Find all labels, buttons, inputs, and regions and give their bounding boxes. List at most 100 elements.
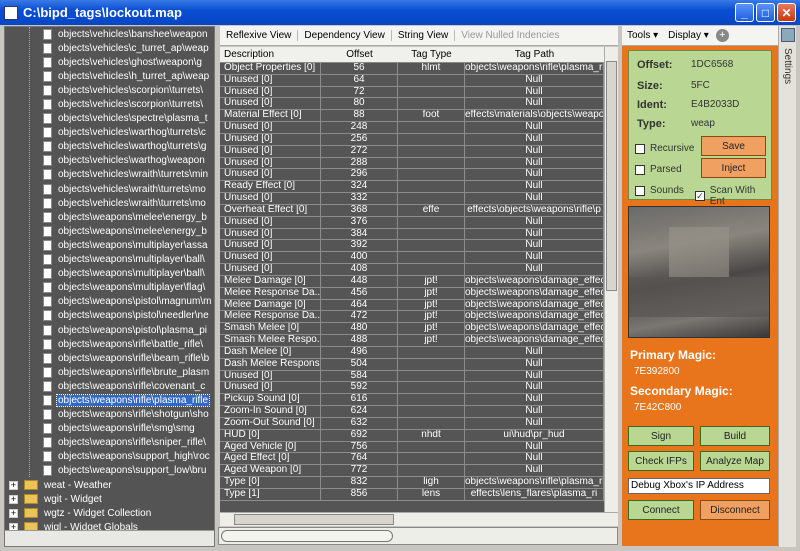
- grid-row[interactable]: Unused [0] 80 Null: [220, 98, 604, 111]
- dependency-view-button[interactable]: Dependency View: [298, 30, 392, 41]
- expand-icon[interactable]: +: [9, 480, 18, 490]
- grid-row[interactable]: Melee Damage [0] 464 jpt! objects\weapons\d…: [220, 299, 604, 312]
- string-view-button[interactable]: String View: [392, 30, 456, 41]
- tree-item[interactable]: objects\weapons\melee\energy_b: [5, 224, 214, 238]
- tree-item[interactable]: objects\weapons\pistol\plasma_pi: [5, 323, 214, 337]
- tree-item[interactable]: objects\weapons\rifle\shotgun\sho: [5, 408, 214, 422]
- tree-item[interactable]: objects\vehicles\ghost\weapon\g: [5, 55, 214, 69]
- tree-item[interactable]: objects\vehicles\wraith\turrets\mo: [5, 182, 214, 196]
- tree-item[interactable]: objects\weapons\rifle\brute_plasm: [5, 365, 214, 379]
- grid-row[interactable]: Melee Damage [0] 448 jpt! objects\weapons\d…: [220, 275, 604, 288]
- scan-with-ent-checkbox[interactable]: ✓ Scan With Ent: [695, 185, 771, 207]
- tag-tree[interactable]: objects\vehicles\banshee\weapon objects\v…: [4, 26, 215, 547]
- grid-row[interactable]: Unused [0] 64 Null: [220, 74, 604, 87]
- tree-item[interactable]: objects\weapons\melee\energy_b: [5, 210, 214, 224]
- grid-row[interactable]: Unused [0] 384 Null: [220, 228, 604, 241]
- tree-item[interactable]: objects\vehicles\spectre\plasma_t: [5, 112, 214, 126]
- tree-item[interactable]: objects\weapons\support_low\bru: [5, 464, 214, 478]
- tree-item[interactable]: objects\weapons\rifle\battle_rifle\: [5, 337, 214, 351]
- grid-row[interactable]: HUD [0] 692 nhdt ui\hud\pr_hud: [220, 429, 604, 442]
- grid-row[interactable]: Melee Response Da... 472 jpt! objects\weapo…: [220, 311, 604, 324]
- tools-menu[interactable]: Tools ▾: [622, 30, 663, 41]
- grid-row[interactable]: Unused [0] 400 Null: [220, 252, 604, 265]
- minimize-button[interactable]: _: [735, 3, 754, 22]
- close-button[interactable]: ✕: [777, 3, 796, 22]
- grid-vertical-scrollbar[interactable]: [604, 47, 618, 512]
- sign-button[interactable]: Sign: [628, 426, 694, 446]
- tree-item[interactable]: objects\vehicles\banshee\weapon: [5, 27, 214, 41]
- maximize-button[interactable]: □: [756, 3, 775, 22]
- grid-row[interactable]: Object Properties [0] 56 hlmt objects\weapo…: [220, 63, 604, 75]
- grid-row[interactable]: Smash Melee Respo... 488 jpt! objects\weapo…: [220, 335, 604, 347]
- connect-button[interactable]: Connect: [628, 500, 694, 520]
- tree-item[interactable]: objects\vehicles\wraith\turrets\min: [5, 168, 214, 182]
- grid-row[interactable]: Melee Response Da... 456 jpt! objects\weapo…: [220, 287, 604, 300]
- grid-row[interactable]: Pickup Sound [0] 616 Null: [220, 394, 604, 407]
- tree-group[interactable]: + wgtz - Widget Collection: [5, 506, 214, 520]
- add-icon[interactable]: +: [715, 29, 729, 42]
- expand-icon[interactable]: +: [9, 508, 18, 518]
- tree-item[interactable]: objects\vehicles\warthog\turrets\g: [5, 140, 214, 154]
- grid-row[interactable]: Material Effect [0] 88 foot effects\materia…: [220, 110, 604, 123]
- tree-item[interactable]: objects\vehicles\wraith\turrets\mo: [5, 196, 214, 210]
- grid-row[interactable]: Zoom-Out Sound [0] 632 Null: [220, 417, 604, 430]
- tree-item[interactable]: objects\weapons\rifle\smg\smg: [5, 422, 214, 436]
- tree-item[interactable]: objects\weapons\support_high\roc: [5, 450, 214, 464]
- grid-row[interactable]: Aged Vehicle [0] 756 Null: [220, 441, 604, 454]
- grid-horizontal-scrollbar[interactable]: [220, 512, 618, 526]
- build-button[interactable]: Build: [700, 426, 770, 446]
- recursive-checkbox[interactable]: Recursive: [635, 143, 694, 154]
- grid-row[interactable]: Unused [0] 332 Null: [220, 193, 604, 205]
- tree-item[interactable]: objects\weapons\rifle\sniper_rifle\: [5, 436, 214, 450]
- grid-row[interactable]: Unused [0] 256 Null: [220, 133, 604, 146]
- tree-item[interactable]: objects\weapons\rifle\beam_rifle\b: [5, 351, 214, 365]
- tree-item[interactable]: objects\weapons\multiplayer\ball\: [5, 253, 214, 267]
- bottom-scrollbar[interactable]: [218, 527, 618, 545]
- reflexive-view-button[interactable]: Reflexive View: [220, 30, 299, 41]
- save-button[interactable]: Save: [701, 136, 766, 156]
- tree-item[interactable]: objects\vehicles\scorpion\turrets\: [5, 83, 214, 97]
- tree-horizontal-scrollbar[interactable]: [5, 530, 214, 546]
- settings-icon[interactable]: [781, 28, 795, 42]
- grid-row[interactable]: Unused [0] 592 Null: [220, 382, 604, 395]
- grid-row[interactable]: Aged Effect [0] 764 Null: [220, 453, 604, 466]
- header-tag-path[interactable]: Tag Path: [465, 49, 604, 60]
- grid-row[interactable]: Dash Melee Respons... 504 Null: [220, 358, 604, 371]
- disconnect-button[interactable]: Disconnect: [700, 500, 770, 520]
- grid-row[interactable]: Unused [0] 376 Null: [220, 216, 604, 229]
- grid-row[interactable]: Dash Melee [0] 496 Null: [220, 346, 604, 359]
- tree-item[interactable]: objects\weapons\multiplayer\assa: [5, 238, 214, 252]
- tree-item[interactable]: objects\vehicles\c_turret_ap\weap: [5, 41, 214, 55]
- tree-item[interactable]: objects\weapons\multiplayer\ball\: [5, 267, 214, 281]
- tree-item[interactable]: objects\vehicles\scorpion\turrets\: [5, 97, 214, 111]
- check-ifps-button[interactable]: Check IFPs: [628, 451, 694, 471]
- grid-row[interactable]: Unused [0] 296 Null: [220, 169, 604, 182]
- grid-row[interactable]: Smash Melee [0] 480 jpt! objects\weapons\da…: [220, 323, 604, 336]
- tree-item[interactable]: objects\vehicles\warthog\weapon: [5, 154, 214, 168]
- grid-row[interactable]: Unused [0] 72 Null: [220, 86, 604, 99]
- xbox-ip-input[interactable]: Debug Xbox's IP Address: [628, 478, 770, 494]
- grid-row[interactable]: Unused [0] 408 Null: [220, 264, 604, 276]
- sounds-checkbox[interactable]: Sounds: [635, 185, 684, 196]
- tree-item[interactable]: objects\vehicles\h_turret_ap\weap: [5, 69, 214, 83]
- inject-button[interactable]: Inject: [701, 158, 766, 178]
- tree-item[interactable]: objects\weapons\rifle\plasma_rifle: [5, 393, 214, 407]
- dependency-grid[interactable]: Description Offset Tag Type Tag Path Obj…: [220, 47, 604, 512]
- header-tag-type[interactable]: Tag Type: [398, 49, 465, 60]
- grid-row[interactable]: Unused [0] 288 Null: [220, 157, 604, 170]
- tree-item[interactable]: objects\weapons\pistol\magnum\m: [5, 295, 214, 309]
- grid-row[interactable]: Zoom-In Sound [0] 624 Null: [220, 406, 604, 418]
- header-description[interactable]: Description: [220, 49, 321, 60]
- grid-row[interactable]: Overheat Effect [0] 368 effe effects\object…: [220, 204, 604, 217]
- grid-row[interactable]: Unused [0] 392 Null: [220, 240, 604, 253]
- header-offset[interactable]: Offset: [321, 49, 398, 60]
- expand-icon[interactable]: +: [9, 494, 18, 504]
- settings-sidebar[interactable]: Settings: [778, 26, 796, 547]
- grid-row[interactable]: Ready Effect [0] 324 Null: [220, 181, 604, 194]
- parsed-checkbox[interactable]: Parsed: [635, 164, 682, 175]
- grid-row[interactable]: Unused [0] 584 Null: [220, 370, 604, 383]
- tree-item[interactable]: objects\weapons\multiplayer\flag\: [5, 281, 214, 295]
- grid-row[interactable]: Aged Weapon [0] 772 Null: [220, 465, 604, 477]
- tree-item[interactable]: objects\weapons\rifle\covenant_c: [5, 379, 214, 393]
- tree-item[interactable]: objects\vehicles\warthog\turrets\c: [5, 126, 214, 140]
